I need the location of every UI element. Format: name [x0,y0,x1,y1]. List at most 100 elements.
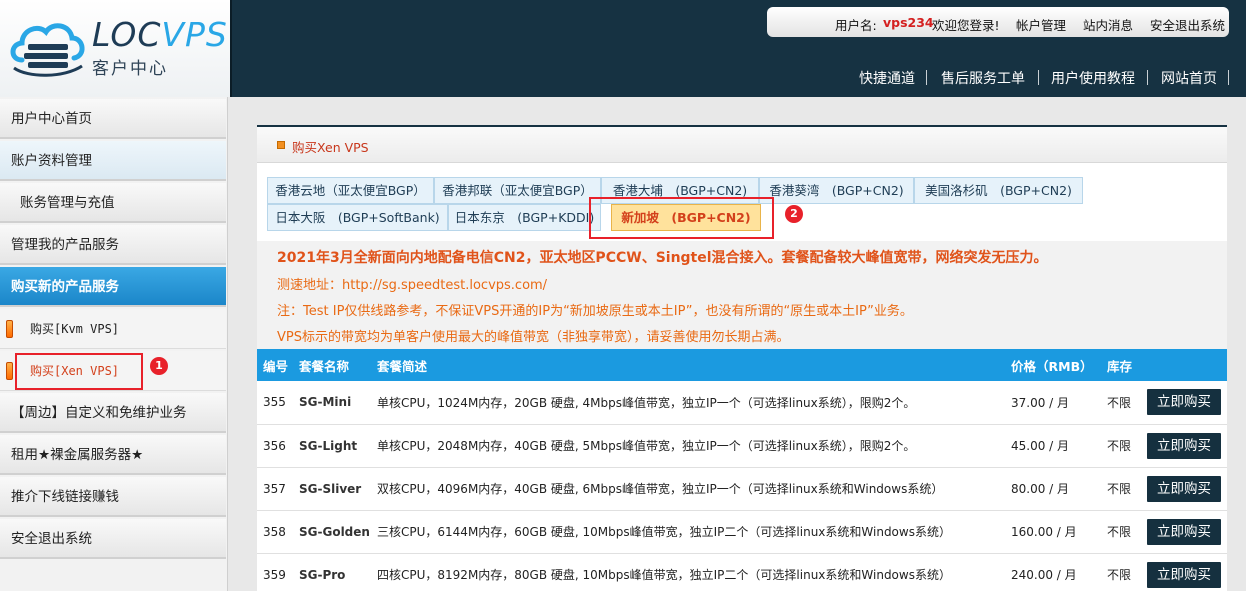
highlight-box-2 [589,197,774,239]
buy-now-button[interactable]: 立即购买 [1147,432,1221,459]
sidebar-item-label: 账户资料管理 [11,153,92,169]
plan-stock: 不限 [1101,381,1141,425]
topnav-quick-access[interactable]: 快捷通道 [859,68,915,88]
sidebar-item-buy-new[interactable]: 购买新的产品服务 [0,267,226,307]
sidebar-item-label: 租用★裸金属服务器★ [11,447,144,463]
buy-cell: 立即购买 [1141,510,1227,554]
plan-name: SG-Mini [293,381,371,425]
buy-now-button[interactable]: 立即购买 [1147,561,1221,588]
plan-price: 45.00 / 月 [1005,424,1101,468]
logout-link[interactable]: 安全退出系统 [1150,15,1225,34]
plan-desc: 三核CPU，6144M内存，60GB 硬盘, 10Mbps峰值带宽，独立IP二个… [371,510,1005,554]
topnav-support-ticket[interactable]: 售后服务工单 [941,68,1025,88]
sidebar-item-label: 【周边】自定义和免维护业务 [11,405,187,421]
plan-id: 355 [257,381,293,425]
sidebar-item-buy-kvm[interactable]: 购买[Kvm VPS] [0,309,226,349]
plan-id: 357 [257,467,293,511]
table-header-row: 编号 套餐名称 套餐简述 价格（RMB） 库存 [257,349,1227,381]
sidebar-item-custom-services[interactable]: 【周边】自定义和免维护业务 [0,393,226,433]
sidebar-item-label: 用户中心首页 [11,111,92,127]
tab-us-la[interactable]: 美国洛杉矶 (BGP+CN2) [914,177,1083,204]
plans-table: 编号 套餐名称 套餐简述 价格（RMB） 库存 355 SG-Mini 单核CP… [257,349,1227,591]
plan-price: 240.00 / 月 [1005,553,1101,591]
account-manage-link[interactable]: 帐户管理 [1016,15,1066,34]
header-bar: 用户名: vps234 欢迎您登录! 帐户管理 站内消息 安全退出系统 快捷通道… [230,0,1246,97]
col-header-stock: 库存 [1101,349,1141,381]
panel-title: 购买Xen VPS [292,140,369,155]
sidebar-item-label: 账务管理与充值 [20,195,115,211]
annotation-badge-1: 1 [150,357,168,375]
buy-now-button[interactable]: 立即购买 [1147,389,1221,416]
plan-desc: 四核CPU，8192M内存，80GB 硬盘, 10Mbps峰值带宽，独立IP二个… [371,553,1005,591]
username: vps234 [883,15,934,30]
bar-icon [6,362,13,380]
sidebar-item-label: 购买新的产品服务 [11,279,119,295]
sidebar-item-home[interactable]: 用户中心首页 [0,99,226,139]
table-row: 355 SG-Mini 单核CPU，1024M内存，20GB 硬盘, 4Mbps… [257,381,1227,425]
col-header-id: 编号 [257,349,293,381]
logo-text: LOCVPS [92,15,228,54]
plan-price: 37.00 / 月 [1005,381,1101,425]
notice-bandwidth: VPS标示的带宽均为单客户使用最大的峰值带宽（非独享带宽），请妥善使用勿长期占满… [277,330,790,345]
plan-stock: 不限 [1101,510,1141,554]
tab-hk-yundi[interactable]: 香港云地（亚太便宜BGP） [267,177,434,204]
sidebar-item-my-products[interactable]: 管理我的产品服务 [0,225,226,265]
plan-id: 356 [257,424,293,468]
annotation-badge-2: 2 [785,205,803,223]
tab-hk-banglian[interactable]: 香港邦联（亚太便宜BGP） [434,177,601,204]
sidebar-item-label: 推介下线链接赚钱 [11,489,119,505]
messages-link[interactable]: 站内消息 [1083,15,1133,34]
plan-stock: 不限 [1101,467,1141,511]
buy-cell: 立即购买 [1141,553,1227,591]
square-bullet-icon [277,141,285,149]
table-row: 356 SG-Light 单核CPU，2048M内存，40GB 硬盘, 5Mbp… [257,424,1227,468]
logo[interactable]: LOCVPS 客户中心 [0,0,230,97]
tab-hk-kwaiwan[interactable]: 香港葵湾 (BGP+CN2) [759,177,914,204]
notice-testip: 注：Test IP仅供线路参考，不保证VPS开通的IP为“新加坡原生或本土IP”… [277,304,913,319]
topnav-homepage[interactable]: 网站首页 [1161,68,1217,88]
panel-title-bar: 购买Xen VPS [257,127,1227,163]
tab-jp-osaka[interactable]: 日本大阪 (BGP+SoftBank) [267,204,448,231]
sidebar-item-label: 安全退出系统 [11,531,92,547]
buy-cell: 立即购买 [1141,381,1227,425]
plan-price: 160.00 / 月 [1005,510,1101,554]
welcome-text: 欢迎您登录! [932,18,1000,33]
notice-box: 2021年3月全新面向内地配备电信CN2，亚太地区PCCW、Singtel混合接… [257,241,1227,349]
plan-price: 80.00 / 月 [1005,467,1101,511]
username-label: 用户名: [835,18,877,33]
sidebar-item-billing[interactable]: 账务管理与充值 [0,183,226,223]
table-row: 359 SG-Pro 四核CPU，8192M内存，80GB 硬盘, 10Mbps… [257,553,1227,591]
col-header-action [1141,349,1227,381]
sidebar: 用户中心首页 账户资料管理 账务管理与充值 管理我的产品服务 购买新的产品服务 … [0,97,228,591]
plan-id: 358 [257,510,293,554]
table-row: 358 SG-Golden 三核CPU，6144M内存，60GB 硬盘, 10M… [257,510,1227,554]
speedtest-address[interactable]: 测速地址：http://sg.speedtest.locvps.com/ [277,274,547,293]
plan-desc: 双核CPU，4096M内存，40GB 硬盘, 6Mbps峰值带宽，独立IP一个（… [371,467,1005,511]
sidebar-item-logout[interactable]: 安全退出系统 [0,519,226,559]
notice-headline: 2021年3月全新面向内地配备电信CN2，亚太地区PCCW、Singtel混合接… [277,250,1048,266]
topnav-user-tutorial[interactable]: 用户使用教程 [1051,68,1135,88]
top-nav: 快捷通道 售后服务工单 用户使用教程 网站首页 [232,68,1246,88]
buy-cell: 立即购买 [1141,424,1227,468]
tab-jp-tokyo[interactable]: 日本东京 (BGP+KDDI) [448,204,601,231]
col-header-desc: 套餐简述 [371,349,1005,381]
main-panel: 购买Xen VPS 香港云地（亚太便宜BGP） 香港邦联（亚太便宜BGP） 香港… [257,125,1227,591]
sidebar-item-bare-metal[interactable]: 租用★裸金属服务器★ [0,435,226,475]
plan-name: SG-Sliver [293,467,371,511]
sidebar-item-label: 管理我的产品服务 [11,237,119,253]
plan-stock: 不限 [1101,553,1141,591]
buy-now-button[interactable]: 立即购买 [1147,475,1221,502]
plan-desc: 单核CPU，2048M内存，40GB 硬盘, 5Mbps峰值带宽，独立IP一个（… [371,424,1005,468]
buy-cell: 立即购买 [1141,467,1227,511]
sidebar-item-referral[interactable]: 推介下线链接赚钱 [0,477,226,517]
logo-subtitle: 客户中心 [92,59,168,79]
plan-desc: 单核CPU，1024M内存，20GB 硬盘, 4Mbps峰值带宽，独立IP一个（… [371,381,1005,425]
buy-now-button[interactable]: 立即购买 [1147,518,1221,545]
sidebar-item-account-profile[interactable]: 账户资料管理 [0,141,226,181]
user-bar: 用户名: vps234 欢迎您登录! 帐户管理 站内消息 安全退出系统 [767,7,1229,37]
col-header-price: 价格（RMB） [1005,349,1101,381]
cloud-logo-icon [10,23,85,77]
highlight-box-1 [15,353,143,390]
sidebar-item-label: 购买[Kvm VPS] [30,322,120,336]
plan-stock: 不限 [1101,424,1141,468]
